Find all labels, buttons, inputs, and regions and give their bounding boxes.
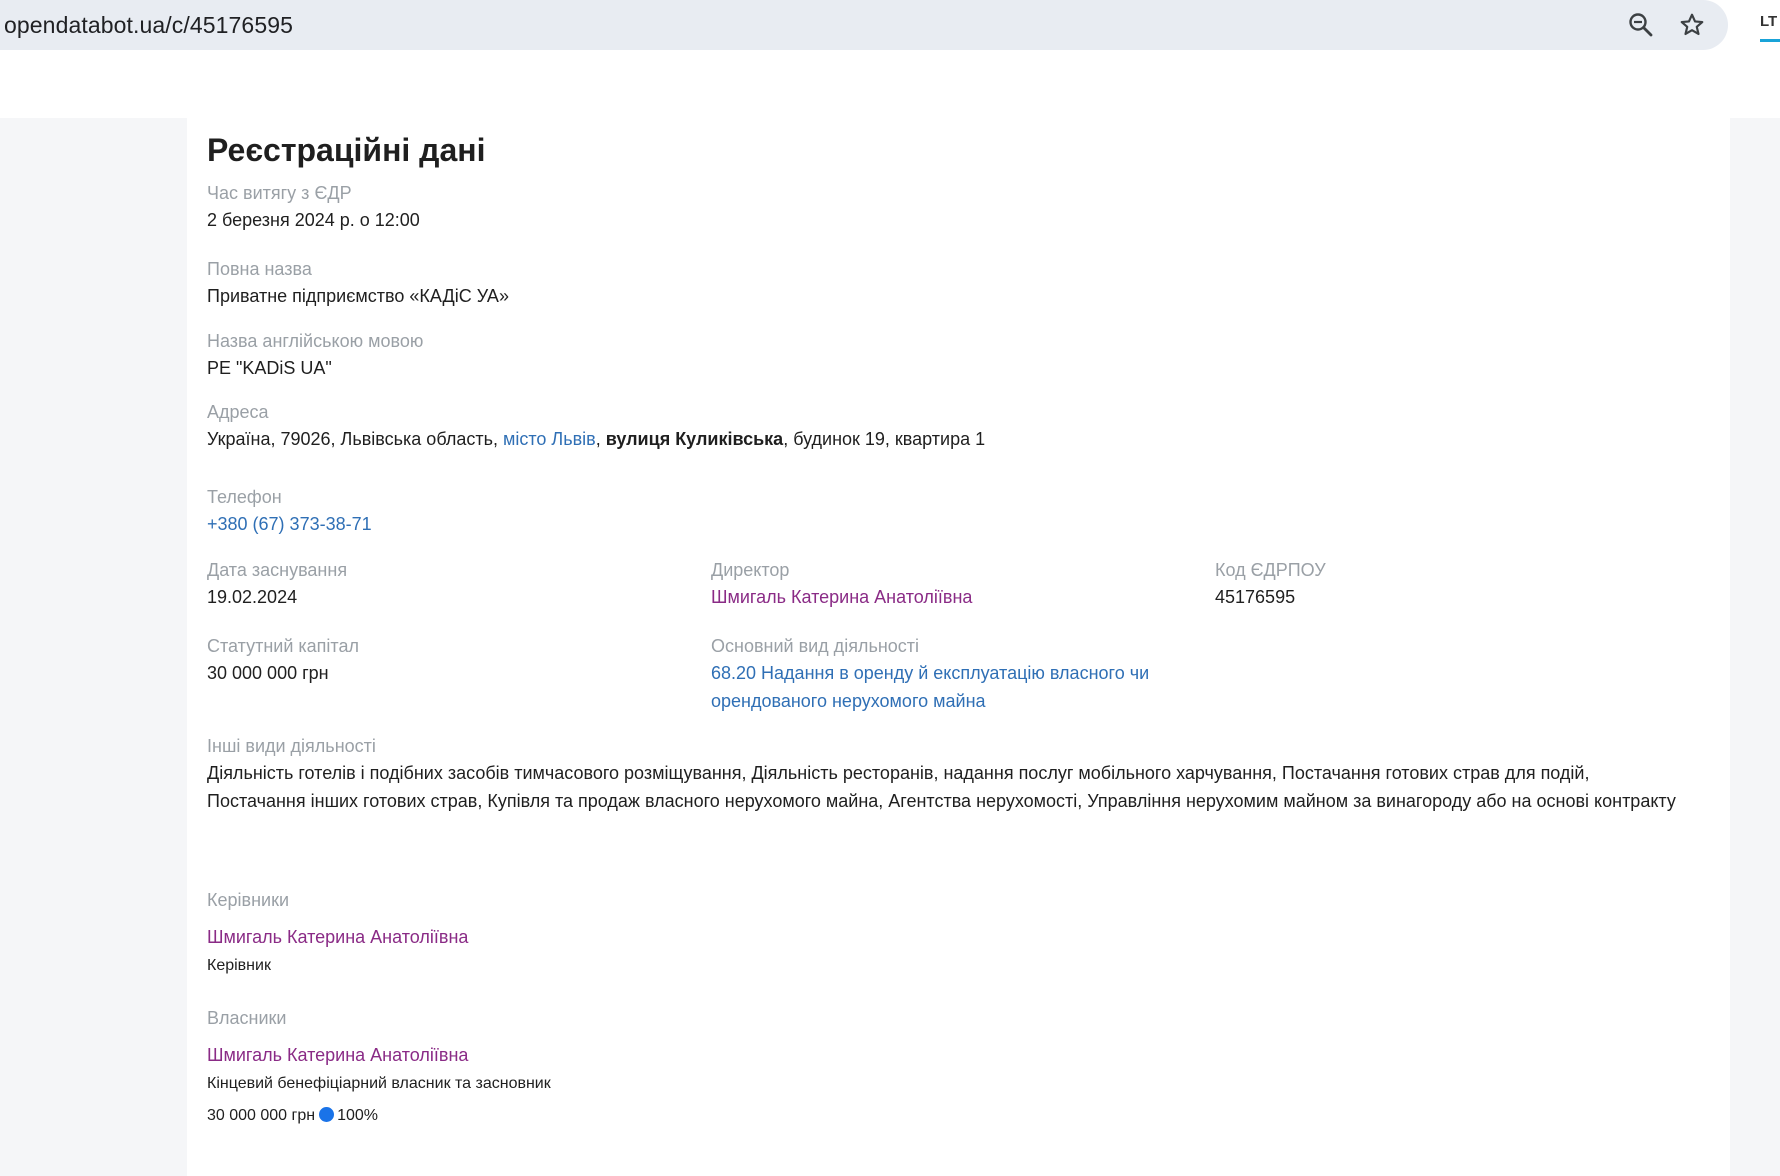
main-activity-link-line1[interactable]: 68.20 Надання в оренду й експлуатацію вл… <box>711 659 1149 687</box>
address-separator: , <box>595 429 606 449</box>
full-name-label: Повна назва <box>207 259 312 279</box>
edrpou-label: Код ЄДРПОУ <box>1215 560 1326 580</box>
address-field: Адреса Україна, 79026, Львівська область… <box>207 399 985 453</box>
registration-card: Реєстраційні дані Час витягу з ЄДР 2 бер… <box>187 118 1730 1176</box>
manager-role: Керівник <box>207 957 271 974</box>
extract-time-label: Час витягу з ЄДР <box>207 183 352 203</box>
share-dot-icon <box>319 1107 335 1122</box>
bookmark-star-icon[interactable] <box>1677 10 1707 40</box>
main-activity-label: Основний вид діяльності <box>711 636 920 656</box>
capital-value: 30 000 000 грн <box>207 663 329 683</box>
owner-name-link[interactable]: Шмигаль Катерина Анатоліївна <box>207 1041 551 1069</box>
capital-label: Статутний капітал <box>207 636 359 656</box>
owner-share-amount: 30 000 000 грн <box>207 1107 316 1124</box>
owner-share-percent: 100% <box>337 1107 379 1124</box>
phone-label: Телефон <box>207 487 282 507</box>
director-field: Директор Шмигаль Катерина Анатоліївна <box>711 557 972 611</box>
other-activities-value: Діяльність готелів і подібних засобів ти… <box>207 763 1676 811</box>
address-label: Адреса <box>207 402 269 422</box>
founded-field: Дата заснування 19.02.2024 <box>207 557 347 611</box>
address-bar[interactable]: opendatabot.ua/c/45176595 <box>0 0 1728 50</box>
managers-section: Керівники Шмигаль Катерина Анатоліївна К… <box>207 887 468 978</box>
edrpou-value: 45176595 <box>1215 587 1296 607</box>
main-activity-field: Основний вид діяльності 68.20 Надання в … <box>711 633 1149 715</box>
owner-role: Кінцевий бенефіціарний власник та заснов… <box>207 1075 551 1092</box>
director-label: Директор <box>711 560 790 580</box>
extract-time-value: 2 березня 2024 р. о 12:00 <box>207 210 420 230</box>
main-activity-link-line2[interactable]: орендованого нерухомого майна <box>711 687 1149 715</box>
other-activities-label: Інші види діяльності <box>207 736 376 756</box>
english-name-field: Назва англійською мовою PE "KADiS UA" <box>207 328 423 382</box>
phone-field: Телефон +380 (67) 373-38-71 <box>207 484 372 538</box>
managers-label: Керівники <box>207 890 289 910</box>
phone-link[interactable]: +380 (67) 373-38-71 <box>207 510 372 538</box>
street-name: вулиця Куликівська <box>605 429 784 449</box>
manager-name-link[interactable]: Шмигаль Катерина Анатоліївна <box>207 923 468 951</box>
owners-section: Власники Шмигаль Катерина Анатоліївна Кі… <box>207 1005 551 1128</box>
founded-value: 19.02.2024 <box>207 587 298 607</box>
address-text: Україна, 79026, Львівська область, <box>207 429 503 449</box>
english-name-label: Назва англійською мовою <box>207 331 424 351</box>
founded-label: Дата заснування <box>207 560 348 580</box>
director-link[interactable]: Шмигаль Катерина Анатоліївна <box>711 583 972 611</box>
extension-icon[interactable]: LT <box>1760 13 1780 42</box>
url-text[interactable]: opendatabot.ua/c/45176595 <box>4 12 293 39</box>
zoom-out-icon[interactable] <box>1626 10 1656 40</box>
address-rest: , будинок 19, квартира 1 <box>783 429 986 449</box>
full-name-field: Повна назва Приватне підприємство «КАДіС… <box>207 256 509 310</box>
other-activities-field: Інші види діяльності Діяльність готелів … <box>207 733 1677 815</box>
edrpou-field: Код ЄДРПОУ 45176595 <box>1215 557 1326 611</box>
browser-toolbar: opendatabot.ua/c/45176595 LT <box>0 0 1780 118</box>
page-title: Реєстраційні дані <box>207 132 486 168</box>
owner-share-row: 30 000 000 грн 100% <box>207 1104 551 1128</box>
capital-field: Статутний капітал 30 000 000 грн <box>207 633 359 687</box>
full-name-value: Приватне підприємство «КАДіС УА» <box>207 286 509 306</box>
extract-time-field: Час витягу з ЄДР 2 березня 2024 р. о 12:… <box>207 180 420 234</box>
city-link[interactable]: місто Львів <box>503 429 596 449</box>
english-name-value: PE "KADiS UA" <box>207 358 332 378</box>
owners-label: Власники <box>207 1008 287 1028</box>
address-value: Україна, 79026, Львівська область, місто… <box>207 425 985 453</box>
